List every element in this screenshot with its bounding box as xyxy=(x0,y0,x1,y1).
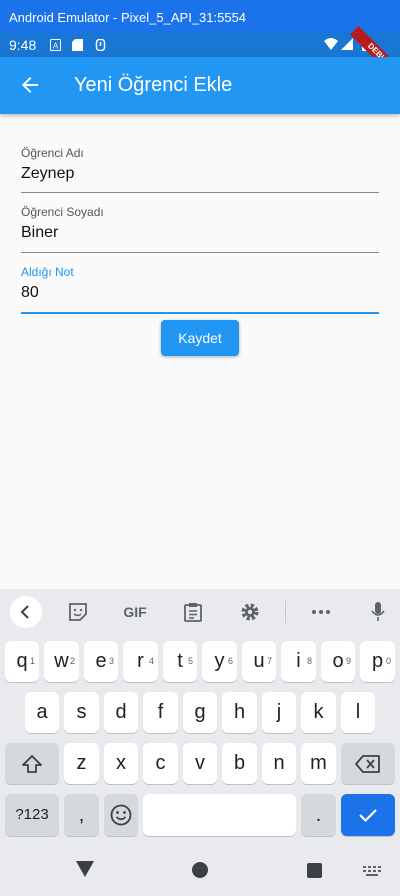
key-a[interactable]: a xyxy=(25,692,59,733)
key-f[interactable]: f xyxy=(143,692,178,733)
first-name-label: Öğrenci Adı xyxy=(21,146,84,160)
cellular-signal-icon xyxy=(341,38,353,50)
voice-input-button[interactable] xyxy=(366,589,390,635)
comma-key[interactable]: , xyxy=(64,794,99,836)
microphone-icon xyxy=(371,602,385,621)
last-name-label: Öğrenci Soyadı xyxy=(21,205,104,219)
more-options-button[interactable] xyxy=(308,589,334,635)
period-key[interactable]: . xyxy=(301,794,336,836)
text-format-icon: A xyxy=(50,39,61,51)
checkmark-icon xyxy=(359,809,377,823)
emoji-icon xyxy=(110,804,132,826)
back-arrow-icon[interactable] xyxy=(18,73,42,97)
gear-icon xyxy=(241,603,259,621)
key-i[interactable]: i8 xyxy=(281,641,316,682)
key-c[interactable]: c xyxy=(143,743,178,784)
status-bar: 9:48 A DEBUG xyxy=(0,26,400,84)
more-horizontal-icon xyxy=(312,610,330,614)
device-icon xyxy=(95,39,106,51)
enter-key[interactable] xyxy=(341,794,395,836)
clipboard-icon xyxy=(184,603,202,622)
save-button[interactable]: Kaydet xyxy=(161,320,239,356)
key-h[interactable]: h xyxy=(222,692,257,733)
space-key[interactable] xyxy=(143,794,296,836)
key-p[interactable]: p0 xyxy=(360,641,395,682)
grade-label: Aldığı Not xyxy=(21,265,74,279)
key-g[interactable]: g xyxy=(183,692,217,733)
gif-button[interactable]: GIF xyxy=(119,589,151,635)
symbols-key[interactable]: ?123 xyxy=(5,794,59,836)
emulator-window-title: Android Emulator - Pixel_5_API_31:5554 xyxy=(0,0,400,33)
grade-underline xyxy=(21,312,379,314)
first-name-underline xyxy=(21,192,379,193)
backspace-key[interactable] xyxy=(341,743,395,784)
back-triangle-icon[interactable] xyxy=(76,861,94,877)
keyboard-collapse-button[interactable] xyxy=(10,589,42,635)
page-title: Yeni Öğrenci Ekle xyxy=(74,74,233,96)
key-v[interactable]: v xyxy=(183,743,217,784)
sticker-button[interactable] xyxy=(66,589,90,635)
sticker-icon xyxy=(69,603,87,621)
svg-text:A: A xyxy=(53,42,59,51)
clipboard-button[interactable] xyxy=(181,589,205,635)
sd-card-icon xyxy=(72,39,83,51)
home-circle-icon[interactable] xyxy=(192,862,208,878)
keyboard-switcher-icon[interactable] xyxy=(363,866,381,876)
keyboard-settings-button[interactable] xyxy=(238,589,262,635)
first-name-value[interactable]: Zeynep xyxy=(21,165,379,183)
key-x[interactable]: x xyxy=(104,743,138,784)
recents-square-icon[interactable] xyxy=(307,863,322,878)
key-z[interactable]: z xyxy=(64,743,99,784)
key-w[interactable]: w2 xyxy=(44,641,79,682)
key-b[interactable]: b xyxy=(222,743,257,784)
key-r[interactable]: r4 xyxy=(123,641,158,682)
key-j[interactable]: j xyxy=(262,692,296,733)
key-o[interactable]: o9 xyxy=(321,641,355,682)
key-y[interactable]: y6 xyxy=(202,641,237,682)
student-last-name-field[interactable]: Öğrenci Soyadı Biner xyxy=(21,205,379,253)
key-k[interactable]: k xyxy=(301,692,336,733)
key-q[interactable]: q1 xyxy=(5,641,39,682)
student-first-name-field[interactable]: Öğrenci Adı Zeynep xyxy=(21,146,379,194)
chevron-left-icon xyxy=(10,596,42,628)
grade-value[interactable]: 80 xyxy=(21,284,379,302)
app-bar: Yeni Öğrenci Ekle xyxy=(0,57,400,114)
key-u[interactable]: u7 xyxy=(242,641,276,682)
key-s[interactable]: s xyxy=(64,692,99,733)
navigation-bar xyxy=(0,844,400,896)
emoji-key[interactable] xyxy=(104,794,138,836)
key-l[interactable]: l xyxy=(341,692,375,733)
shift-key[interactable] xyxy=(5,743,59,784)
key-t[interactable]: t5 xyxy=(163,641,197,682)
key-n[interactable]: n xyxy=(262,743,296,784)
wifi-icon xyxy=(324,38,338,50)
last-name-underline xyxy=(21,252,379,253)
toolbar-divider xyxy=(285,601,286,623)
key-e[interactable]: e3 xyxy=(84,641,118,682)
backspace-icon xyxy=(355,755,380,773)
last-name-value[interactable]: Biner xyxy=(21,224,379,242)
soft-keyboard: GIF q1 w2 e3 r4 t5 y6 u7 i8 o9 p0 a s d … xyxy=(0,589,400,844)
emulator-frame: Android Emulator - Pixel_5_API_31:5554 9… xyxy=(0,0,400,896)
key-d[interactable]: d xyxy=(104,692,138,733)
status-time: 9:48 xyxy=(9,37,37,53)
grade-field[interactable]: Aldığı Not 80 xyxy=(21,265,379,315)
key-m[interactable]: m xyxy=(301,743,336,784)
shift-arrow-icon xyxy=(22,755,42,773)
